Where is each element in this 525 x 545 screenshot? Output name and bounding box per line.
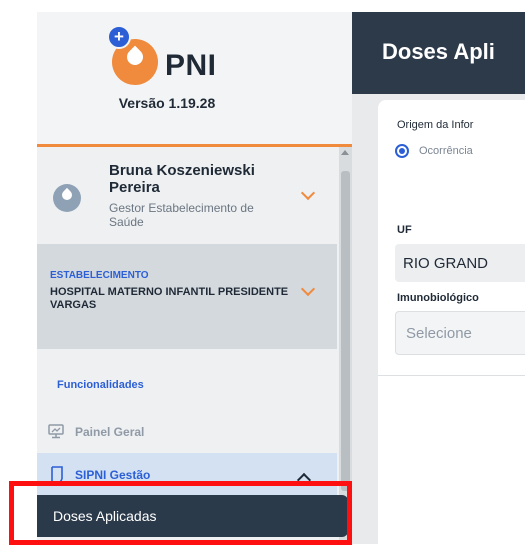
chevron-down-icon[interactable] bbox=[300, 185, 316, 201]
page-title: Doses Apli bbox=[382, 39, 495, 64]
sidebar-scroll-area: Bruna Koszeniewski Pereira Gestor Estabe… bbox=[37, 147, 352, 544]
radio-ocorrencia[interactable] bbox=[395, 144, 409, 158]
imunobiologico-select[interactable] bbox=[395, 311, 525, 355]
establishment-selector[interactable]: ESTABELECIMENTO HOSPITAL MATERNO INFANTI… bbox=[37, 244, 337, 349]
establishment-name: HOSPITAL MATERNO INFANTIL PRESIDENTE VAR… bbox=[50, 286, 289, 311]
sidebar-item-label: SIPNI Gestão bbox=[75, 468, 151, 482]
scroll-up-arrow-icon[interactable] bbox=[341, 150, 349, 155]
sidebar-item-label: Painel Geral bbox=[75, 425, 145, 439]
monitor-icon bbox=[48, 424, 64, 439]
sidebar-subitem-label: Doses Aplicadas bbox=[53, 508, 157, 524]
uf-value: RIO GRAND bbox=[403, 255, 489, 272]
user-profile[interactable]: Bruna Koszeniewski Pereira Gestor Estabe… bbox=[37, 147, 337, 244]
brand-name: PNI bbox=[165, 49, 217, 82]
brand-header: + PNI Versão 1.19.28 bbox=[37, 12, 352, 144]
avatar bbox=[53, 184, 81, 212]
document-icon bbox=[49, 466, 63, 484]
version-label: Versão 1.19.28 bbox=[118, 95, 216, 111]
divider bbox=[378, 375, 525, 376]
user-name: Bruna Koszeniewski Pereira bbox=[109, 162, 255, 196]
establishment-label: ESTABELECIMENTO bbox=[50, 270, 149, 281]
filter-card: Origem da Infor Ocorrência UF RIO GRAND … bbox=[378, 100, 525, 544]
sidebar: + PNI Versão 1.19.28 Bruna Koszeniewski … bbox=[37, 12, 352, 544]
scrollbar[interactable] bbox=[339, 147, 352, 544]
imunobiologico-label: Imunobiológico bbox=[397, 292, 479, 304]
radio-label: Ocorrência bbox=[419, 145, 473, 157]
uf-select[interactable]: RIO GRAND bbox=[395, 244, 525, 282]
scrollbar-thumb[interactable] bbox=[341, 171, 350, 491]
imunobiologico-input[interactable] bbox=[395, 311, 525, 355]
page-header: Doses Apli bbox=[352, 12, 525, 94]
origem-label: Origem da Infor bbox=[397, 119, 474, 131]
user-role: Gestor Estabelecimento de Saúde bbox=[109, 201, 254, 229]
section-title-funcionalidades: Funcionalidades bbox=[57, 379, 144, 391]
sidebar-item-painel-geral[interactable]: Painel Geral bbox=[37, 413, 337, 451]
chevron-down-icon[interactable] bbox=[300, 281, 316, 297]
sidebar-item-sipni-gestao[interactable]: SIPNI Gestão bbox=[37, 453, 337, 497]
plus-badge-icon: + bbox=[107, 25, 131, 49]
sidebar-subitem-doses-aplicadas[interactable]: Doses Aplicadas bbox=[37, 495, 348, 537]
chevron-up-icon[interactable] bbox=[296, 472, 312, 488]
uf-label: UF bbox=[397, 224, 412, 236]
